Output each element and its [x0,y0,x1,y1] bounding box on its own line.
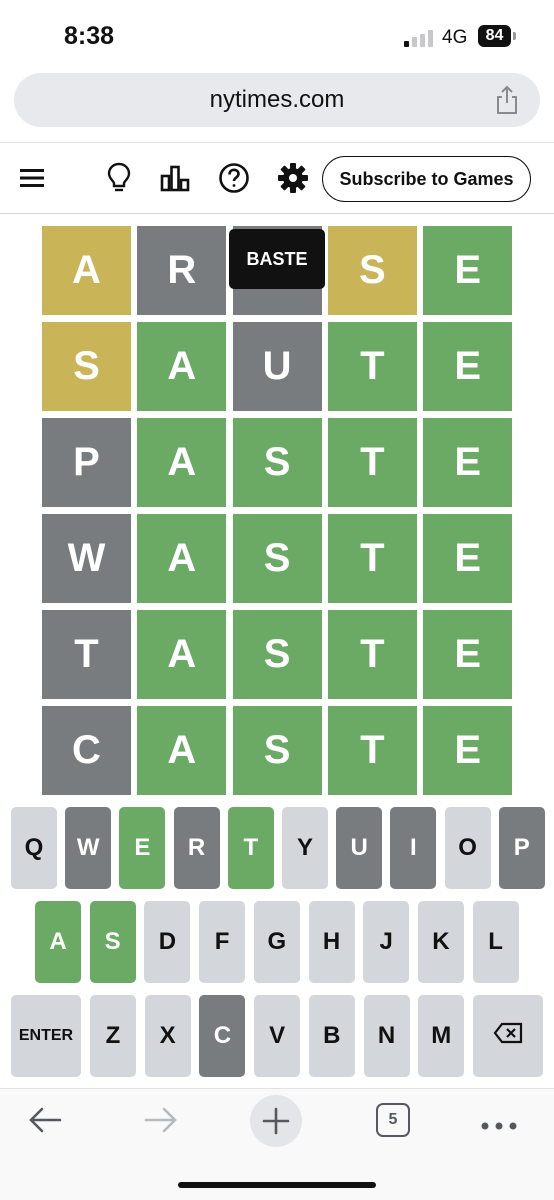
board-tile: E [423,706,513,795]
board-tile: S [327,226,417,315]
board-tile: A [137,322,227,411]
help-icon[interactable] [217,161,251,195]
key-l[interactable]: L [472,901,519,983]
tabs-icon[interactable]: 5 [376,1103,410,1137]
board-tile: E [423,226,513,315]
game-header: Subscribe to Games [0,142,554,214]
more-icon[interactable] [481,1117,517,1135]
key-y[interactable]: Y [282,807,328,889]
menu-icon[interactable] [16,161,50,195]
address-bar[interactable]: nytimes.com [14,73,540,127]
key-q[interactable]: Q [11,807,57,889]
board-tile: E [423,322,513,411]
board-tile: S [232,514,322,603]
settings-icon[interactable] [276,161,310,195]
board-tile: R [137,226,227,315]
backspace-key[interactable] [473,995,543,1077]
board-tile: E [423,610,513,699]
board-tile: A [42,226,131,315]
board-tile: T [327,514,417,603]
backspace-icon [493,1022,523,1051]
url-text[interactable]: nytimes.com [14,86,540,114]
board-tile: C [42,706,131,795]
key-f[interactable]: F [199,901,246,983]
lightbulb-icon[interactable] [102,161,136,195]
board-tile: A [137,514,227,603]
board-tile: A [137,418,227,507]
board-tile: U [232,322,322,411]
key-o[interactable]: O [444,807,491,889]
key-u[interactable]: U [336,807,383,889]
board-tile: T [327,706,417,795]
board-tile: A [137,706,227,795]
new-tab-icon[interactable] [250,1095,302,1147]
board-tile: E [423,514,513,603]
key-m[interactable]: M [418,995,465,1077]
board-tile: S [232,610,322,699]
board-tile: T [42,610,131,699]
key-v[interactable]: V [254,995,301,1077]
stats-icon[interactable] [158,161,192,195]
forward-arrow-icon[interactable] [142,1105,178,1140]
status-bar: 8:38 4G 84 [0,0,554,70]
board-tile: T [327,610,417,699]
key-x[interactable]: X [144,995,191,1077]
key-c[interactable]: C [199,995,246,1077]
back-arrow-icon[interactable] [28,1105,64,1140]
key-d[interactable]: D [144,901,191,983]
board-tile: S [232,706,322,795]
key-g[interactable]: G [253,901,300,983]
board-tile: T [327,322,417,411]
board-tile: T [327,418,417,507]
key-p[interactable]: P [498,807,545,889]
toast-message: BASTE [229,229,325,289]
home-indicator [178,1182,376,1188]
key-n[interactable]: N [363,995,410,1077]
share-icon[interactable] [494,85,520,115]
key-b[interactable]: B [308,995,355,1077]
key-k[interactable]: K [417,901,464,983]
key-s[interactable]: S [89,901,136,983]
enter-key[interactable]: ENTER [11,995,81,1077]
battery-icon: 84 [478,25,511,47]
key-i[interactable]: I [390,807,437,889]
key-r[interactable]: R [173,807,220,889]
key-a[interactable]: A [35,901,81,983]
key-t[interactable]: T [227,807,274,889]
board-tile: A [137,610,227,699]
signal-icon [404,30,436,47]
key-h[interactable]: H [308,901,355,983]
status-time: 8:38 [64,22,115,50]
board-tile: E [423,418,513,507]
network-label: 4G [442,27,468,48]
board-tile: W [42,514,131,603]
subscribe-button[interactable]: Subscribe to Games [322,156,531,202]
key-z[interactable]: Z [90,995,136,1077]
key-w[interactable]: W [65,807,112,889]
key-e[interactable]: E [119,807,166,889]
key-j[interactable]: J [363,901,410,983]
board-tile: S [232,418,322,507]
battery-tip [513,32,516,40]
board-tile: S [42,322,131,411]
board-tile: P [42,418,131,507]
